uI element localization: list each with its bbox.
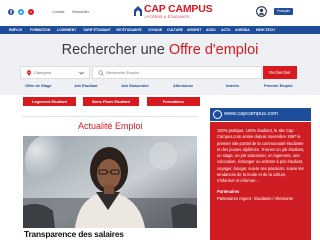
category-pin-icon bbox=[27, 70, 31, 76]
main-nav: EMPLOI FORMATION LOGEMENT TARIF ÉTUDIANT… bbox=[0, 26, 320, 34]
chevron-down-icon bbox=[79, 71, 84, 75]
search-button[interactable]: Rechercher bbox=[263, 66, 297, 79]
sidebar-panel: 100% pratique, 100% étudiant, le site Ca… bbox=[210, 122, 311, 240]
nav-item-tarif-etudiant[interactable]: TARIF ÉTUDIANT bbox=[83, 26, 111, 34]
article-title[interactable]: Transparence des salaires bbox=[24, 229, 124, 239]
search-icon bbox=[98, 70, 104, 76]
nav-item-logement[interactable]: LOGEMENT bbox=[57, 26, 76, 34]
quick-link-alternance[interactable]: Alternance bbox=[173, 83, 193, 89]
nav-item-asso[interactable]: ASSO bbox=[206, 26, 216, 34]
headline-accent: Offre d'emploi bbox=[168, 42, 259, 58]
twitter-icon[interactable] bbox=[18, 9, 24, 15]
section-divider bbox=[22, 116, 198, 117]
top-bar: Contact Newsletter CAP CAMPUS LYCÉENS & … bbox=[0, 0, 320, 26]
youtube-icon[interactable] bbox=[28, 9, 34, 15]
account-icon[interactable] bbox=[256, 6, 267, 17]
logo-tagline: LYCÉENS & ÉTUDIANTS bbox=[145, 15, 190, 19]
contact-link[interactable]: Contact bbox=[52, 9, 64, 15]
quick-link-job-saisonnier[interactable]: Job Saisonnier bbox=[121, 83, 149, 89]
sidebar-description: 100% pratique, 100% étudiant, le site Ca… bbox=[217, 128, 305, 183]
bons-plans-button[interactable]: Bons Plans Etudiant bbox=[83, 97, 139, 106]
newsletter-link[interactable]: Newsletter bbox=[72, 9, 89, 15]
nav-item-vie-etudiante[interactable]: VIE ÉTUDIANTE bbox=[116, 26, 142, 34]
search-headline: Rechercher une Offre d'emploi bbox=[0, 42, 320, 59]
logement-etudiant-button[interactable]: Logement Etudiant bbox=[23, 97, 76, 106]
partners-text[interactable]: Partenaires Argent : Étudiants / Alterna… bbox=[217, 196, 293, 201]
search-input[interactable]: Recherche Emploi bbox=[92, 66, 262, 79]
category-select[interactable]: Catégorie bbox=[20, 66, 90, 79]
language-button[interactable]: Français bbox=[274, 8, 293, 15]
nav-item-voyage[interactable]: VOYAGE bbox=[148, 26, 162, 34]
formations-button[interactable]: Formations bbox=[147, 97, 200, 106]
quick-link-stage[interactable]: Offre de Stage bbox=[25, 83, 52, 89]
facebook-icon[interactable] bbox=[8, 9, 14, 15]
sidebar-partners: Partenaires Partenaires Argent : Étudian… bbox=[217, 189, 305, 202]
nav-item-agenda[interactable]: AGENDA bbox=[235, 26, 250, 34]
quick-link-premier-emploi[interactable]: Premier Emploi bbox=[264, 83, 293, 89]
nav-item-argent[interactable]: ARGENT bbox=[187, 26, 201, 34]
nav-item-high-tech[interactable]: HIGH TECH bbox=[256, 26, 275, 34]
nav-item-culture[interactable]: CULTURE bbox=[167, 26, 183, 34]
nav-item-actu[interactable]: ACTU bbox=[221, 26, 230, 34]
logo-icon[interactable] bbox=[133, 5, 143, 17]
article-image[interactable] bbox=[23, 136, 197, 228]
quick-link-interim[interactable]: Interim bbox=[226, 83, 239, 89]
sidebar-ring-icon bbox=[213, 110, 222, 119]
quick-link-job-etudiant[interactable]: Job Etudiant bbox=[74, 83, 98, 89]
sidebar-site-link[interactable]: www.capcampus.com bbox=[224, 108, 278, 121]
nav-item-formation[interactable]: FORMATION bbox=[30, 26, 50, 34]
logo-title[interactable]: CAP CAMPUS bbox=[144, 4, 213, 15]
section-title: Actualité Emploi bbox=[78, 121, 143, 131]
nav-item-emploi[interactable]: EMPLOI bbox=[9, 26, 22, 34]
category-select-value: Catégorie bbox=[34, 70, 52, 75]
headline-plain: Rechercher une bbox=[61, 42, 169, 58]
search-placeholder: Recherche Emploi bbox=[106, 70, 139, 75]
